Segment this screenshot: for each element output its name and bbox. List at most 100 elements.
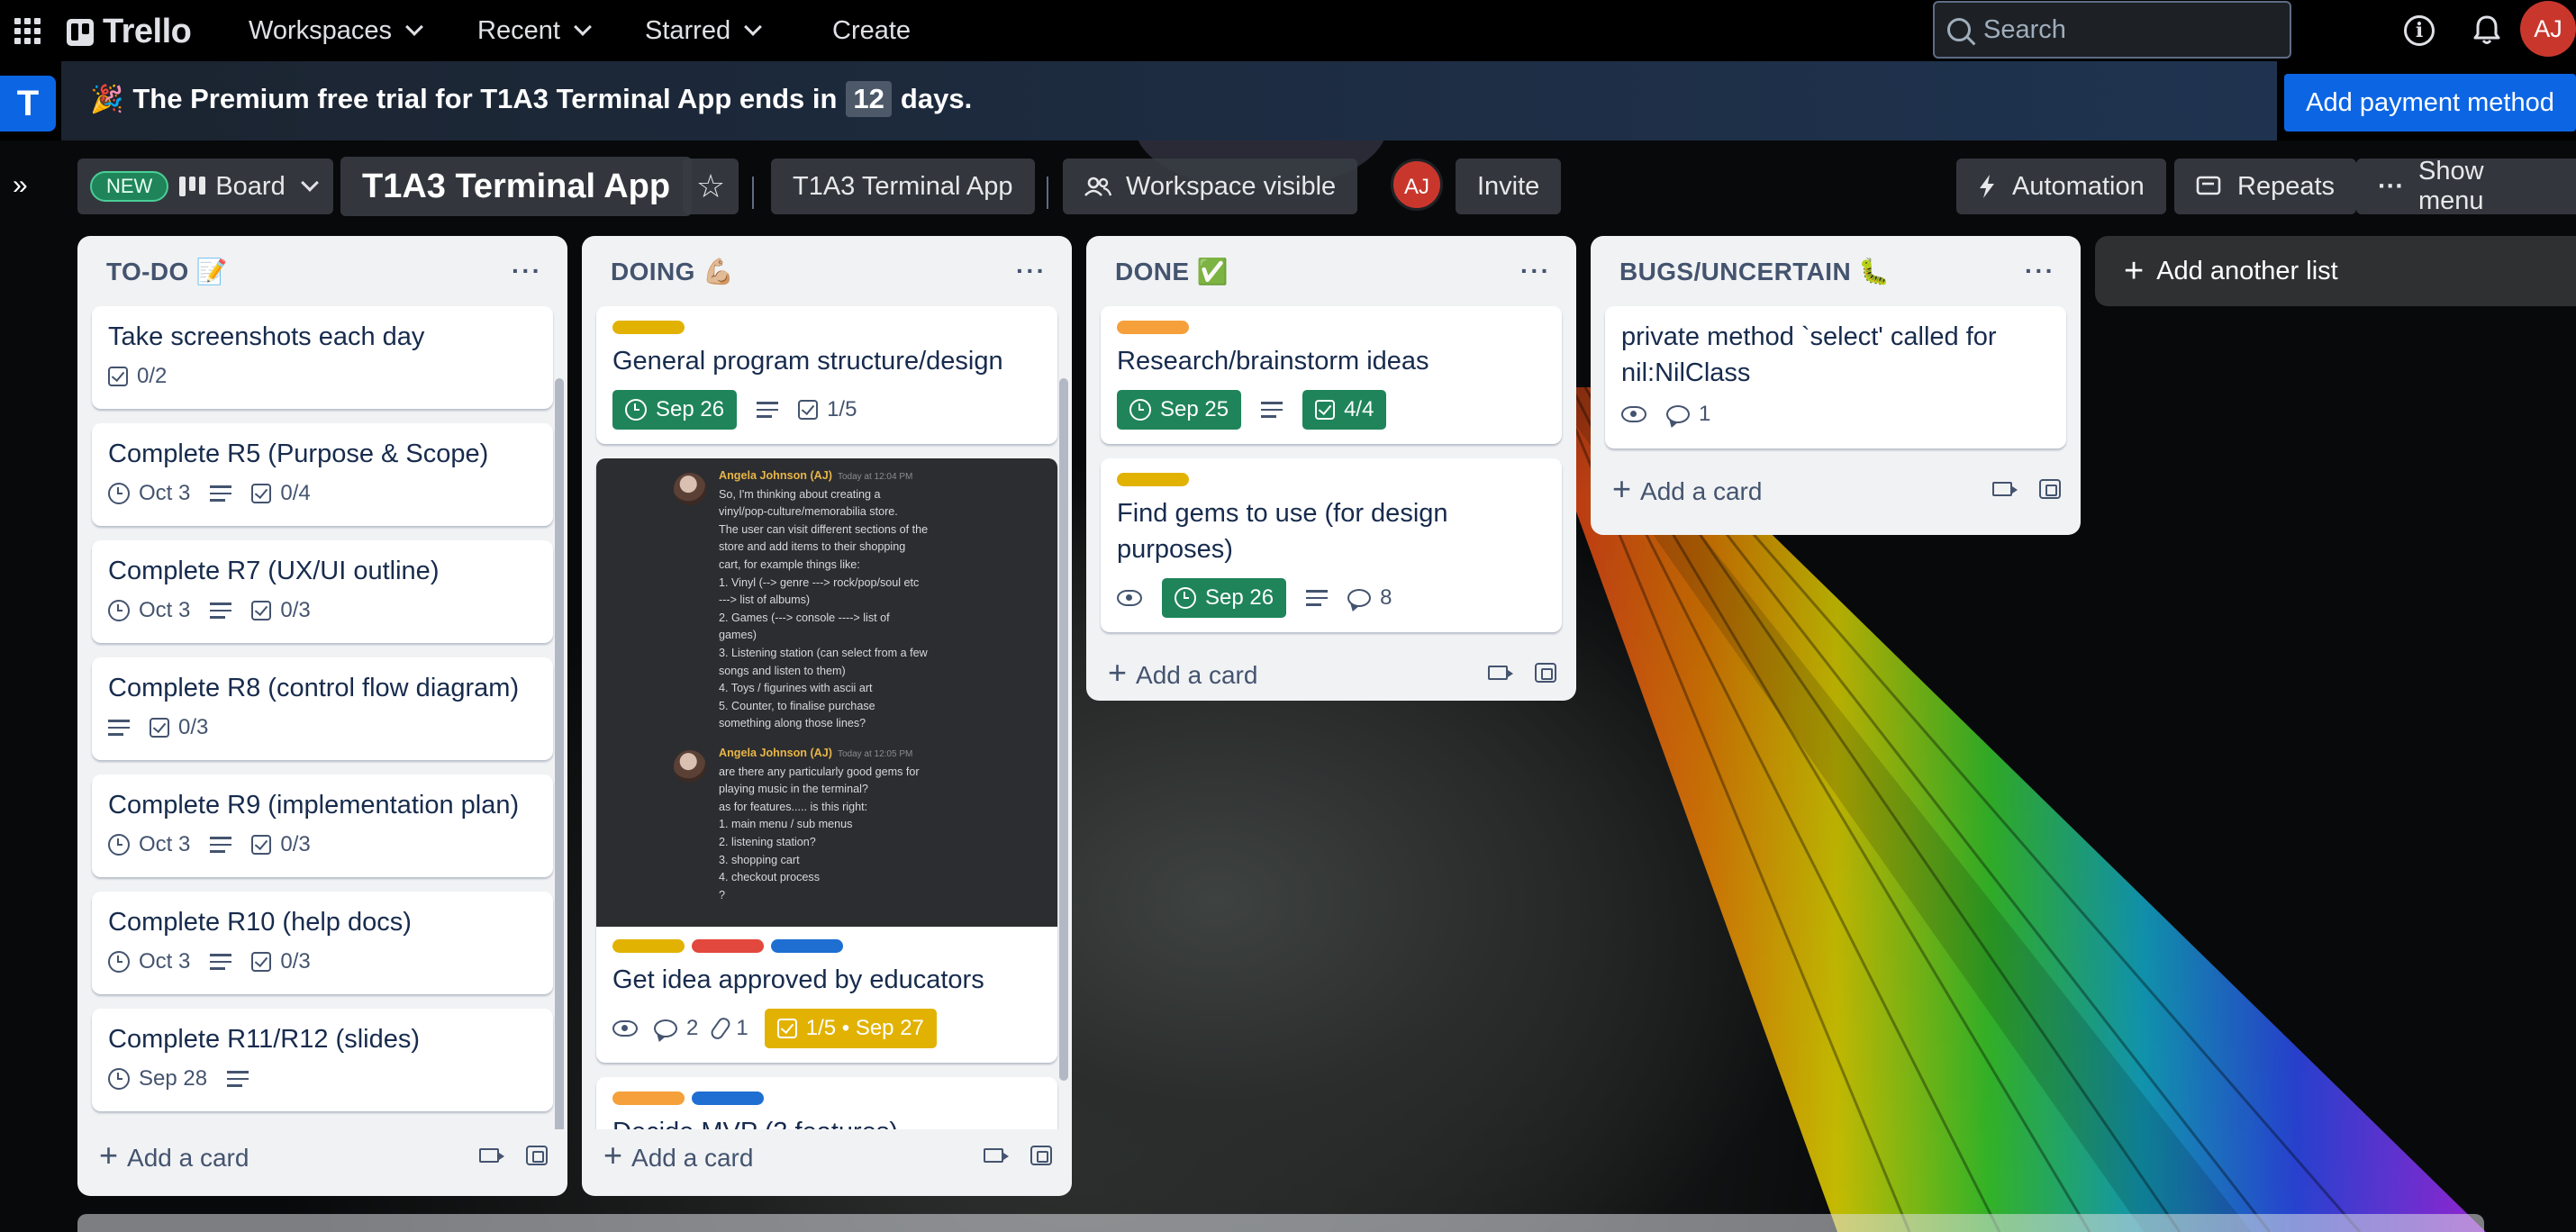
add-card-button[interactable]: + Add a card <box>603 1137 753 1174</box>
card[interactable]: Find gems to use (for design purposes) S… <box>1101 458 1562 632</box>
add-another-list-button[interactable]: + Add another list <box>2095 236 2576 306</box>
create-from-template-icon[interactable] <box>1992 482 2018 496</box>
card[interactable]: General program structure/design Sep 26 … <box>596 306 1057 444</box>
label-blue[interactable] <box>692 1092 764 1105</box>
card[interactable]: Complete R5 (Purpose & Scope) Oct 3 0/4 <box>92 423 553 526</box>
board-horizontal-scrollbar[interactable] <box>77 1214 2484 1232</box>
checklist-count: 0/2 <box>137 364 168 388</box>
info-icon[interactable]: i <box>2404 15 2435 46</box>
workspaces-menu[interactable]: Workspaces <box>249 13 423 49</box>
list-actions-icon[interactable]: ··· <box>512 258 542 284</box>
label-yellow[interactable] <box>612 321 685 334</box>
board-view-switcher[interactable]: NEW Board <box>77 159 333 214</box>
message-line: cart, for example things like: <box>719 557 860 571</box>
lightning-bolt-icon <box>1980 175 1994 198</box>
trello-logo[interactable]: Trello <box>67 13 192 51</box>
label-yellow[interactable] <box>1117 473 1189 486</box>
card[interactable]: Complete R11/R12 (slides) Sep 28 <box>92 1009 553 1111</box>
list-doing[interactable]: DOING 💪🏼 ··· General program structure/d… <box>582 236 1072 1196</box>
account-avatar[interactable]: AJ <box>2520 1 2576 57</box>
card[interactable]: private method `select' called for nil:N… <box>1605 306 2066 448</box>
create-from-template-icon[interactable] <box>479 1148 504 1163</box>
workspace-badge[interactable]: T <box>0 76 56 131</box>
attachment-paperclip-icon <box>709 1015 733 1042</box>
list-title[interactable]: BUGS/UNCERTAIN 🐛 <box>1619 257 1891 286</box>
board-title[interactable]: T1A3 Terminal App <box>340 157 693 216</box>
card[interactable]: Angela Johnson (AJ) Today at 12:04 PM So,… <box>596 458 1057 1063</box>
card-template-icon[interactable] <box>526 1146 548 1165</box>
list-scrollbar[interactable] <box>1059 378 1068 1081</box>
card[interactable]: Complete R10 (help docs) Oct 3 0/3 <box>92 892 553 994</box>
list-scrollbar[interactable] <box>555 378 564 1129</box>
card-title: Complete R8 (control flow diagram) <box>108 674 520 702</box>
due-date: Oct 3 <box>139 598 191 622</box>
card[interactable]: Complete R9 (implementation plan) Oct 3 … <box>92 775 553 877</box>
sidebar-toggle[interactable]: » <box>0 140 28 232</box>
card-title: Research/brainstorm ideas <box>1117 347 1429 376</box>
card[interactable]: Decide MVP (3 features) <box>596 1077 1057 1129</box>
card-title: Find gems to use (for design purposes) <box>1117 499 1448 564</box>
plus-icon: + <box>2124 251 2145 290</box>
card[interactable]: Research/brainstorm ideas Sep 25 4/4 <box>1101 306 1562 444</box>
label-blue[interactable] <box>771 939 843 953</box>
list-title[interactable]: TO-DO 📝 <box>106 257 228 286</box>
label-red[interactable] <box>692 939 764 953</box>
checklist-count: 0/3 <box>178 715 209 739</box>
due-date-badge-complete[interactable]: Sep 26 <box>612 390 738 430</box>
list-done[interactable]: DONE ✅ ··· Research/brainstorm ideas Sep… <box>1086 236 1576 701</box>
message-line: 2. Games (---> console ----> list of <box>719 611 890 624</box>
automation-button[interactable]: Automation <box>1956 159 2166 214</box>
card[interactable]: Complete R7 (UX/UI outline) Oct 3 0/3 <box>92 540 553 643</box>
chat-message: Angela Johnson (AJ) Today at 12:05 PM are… <box>719 745 920 904</box>
trial-banner: T 🎉 The Premium free trial for T1A3 Term… <box>0 61 2576 140</box>
watching-eye-icon <box>1621 406 1646 422</box>
checklist-badge: 0/3 <box>251 832 311 857</box>
add-payment-method-button[interactable]: Add payment method <box>2284 74 2576 131</box>
workspace-link[interactable]: T1A3 Terminal App <box>771 159 1035 214</box>
add-card-button[interactable]: + Add a card <box>99 1137 249 1174</box>
card[interactable]: Take screenshots each day 0/2 <box>92 306 553 409</box>
due-date-badge-complete[interactable]: Sep 26 <box>1162 578 1287 618</box>
starred-menu[interactable]: Starred <box>645 13 763 49</box>
app-switcher-icon[interactable] <box>14 18 41 44</box>
watching-eye-icon <box>1117 590 1142 606</box>
checklist-badge: 0/4 <box>251 481 311 506</box>
card-template-icon[interactable] <box>1535 663 1556 683</box>
search-input[interactable]: Search <box>1933 1 2291 59</box>
label-orange[interactable] <box>1117 321 1189 334</box>
list-actions-icon[interactable]: ··· <box>1016 258 1047 284</box>
checklist-icon <box>251 601 272 621</box>
card-template-icon[interactable] <box>2039 479 2061 499</box>
clock-icon <box>108 951 130 973</box>
board-member-avatar[interactable]: AJ <box>1391 159 1443 211</box>
list-title[interactable]: DONE ✅ <box>1115 257 1229 286</box>
recent-menu[interactable]: Recent <box>477 13 592 49</box>
label-orange[interactable] <box>612 1092 685 1105</box>
card[interactable]: Complete R8 (control flow diagram) 0/3 <box>92 657 553 760</box>
card-template-icon[interactable] <box>1030 1146 1052 1165</box>
automation-label: Automation <box>2012 171 2145 201</box>
card-badges: 2 1 1/5 • Sep 27 <box>612 1009 1041 1048</box>
due-date-badge-complete[interactable]: Sep 25 <box>1117 390 1242 430</box>
list-actions-icon[interactable]: ··· <box>1520 258 1551 284</box>
label-yellow[interactable] <box>612 939 685 953</box>
list-todo[interactable]: TO-DO 📝 ··· Take screenshots each day 0/… <box>77 236 567 1196</box>
star-board-button[interactable]: ☆ <box>683 159 739 214</box>
invite-button[interactable]: Invite <box>1456 159 1562 214</box>
clock-icon <box>108 834 130 856</box>
create-from-template-icon[interactable] <box>984 1148 1009 1163</box>
add-card-button[interactable]: + Add a card <box>1108 654 1257 692</box>
add-card-button[interactable]: + Add a card <box>1612 470 1762 508</box>
list-actions-icon[interactable]: ··· <box>2025 258 2055 284</box>
list-title[interactable]: DOING 💪🏼 <box>611 257 734 286</box>
show-menu-button[interactable]: ··· Show menu <box>2356 157 2576 215</box>
create-from-template-icon[interactable] <box>1488 666 1513 680</box>
list-bugs-uncertain[interactable]: BUGS/UNCERTAIN 🐛 ··· private method `sel… <box>1591 236 2081 535</box>
checklist-count: 0/3 <box>280 949 311 974</box>
notifications-bell-icon[interactable] <box>2468 12 2506 50</box>
add-list-label: Add another list <box>2156 256 2338 285</box>
create-button[interactable]: Create <box>832 13 911 49</box>
comment-icon <box>654 1019 677 1037</box>
repeats-button[interactable]: Repeats <box>2174 159 2357 214</box>
visibility-button[interactable]: Workspace visible <box>1063 159 1358 214</box>
